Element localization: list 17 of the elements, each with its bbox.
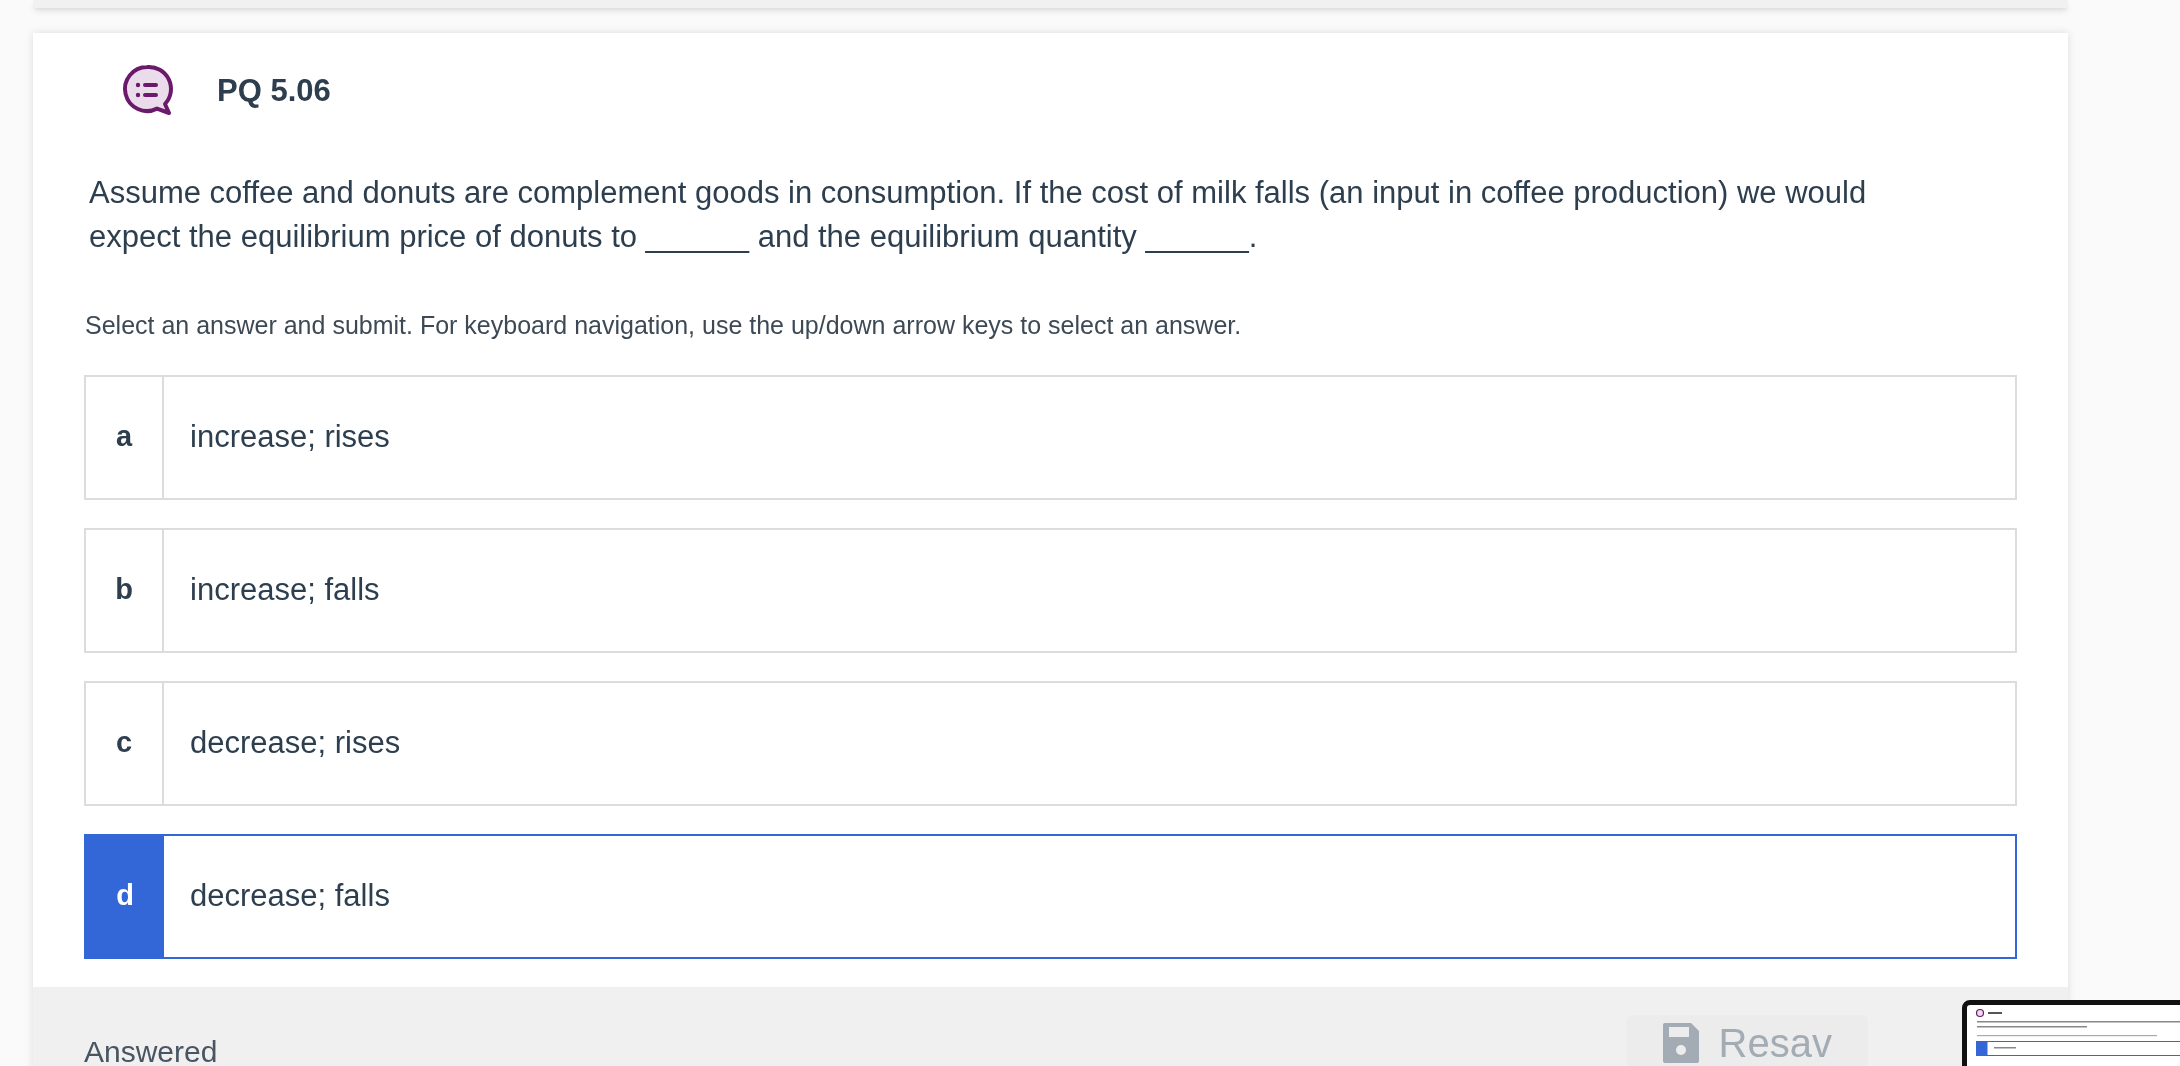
option-text: decrease; rises <box>190 723 401 762</box>
answer-option[interactable]: b increase; falls <box>84 527 2017 653</box>
option-text: decrease; falls <box>190 876 390 915</box>
option-letter: a <box>86 376 164 498</box>
answer-option[interactable]: a increase; rises <box>84 374 2017 500</box>
option-letter: d <box>86 835 164 957</box>
option-text: increase; falls <box>190 570 380 609</box>
instructions-text: Select an answer and submit. For keyboard navigation, use the up/down arrow keys to select an answer. <box>85 310 1243 341</box>
option-letter: b <box>86 529 164 651</box>
status-text: Answered <box>84 1033 218 1066</box>
save-icon <box>1662 1022 1699 1063</box>
answer-option[interactable]: c decrease; rises <box>84 680 2017 806</box>
answer-option[interactable]: d decrease; falls <box>84 833 2017 959</box>
question-text: Assume coffee and donuts are complement goods in consumption. If the cost of milk falls (an input in coffee production) we would expect the equilibrium price of donuts to ______ and the equilibrium quantity ______. <box>89 174 1868 256</box>
option-text: increase; rises <box>190 417 390 456</box>
option-letter: c <box>86 682 164 804</box>
question-title: PQ 5.06 <box>217 71 331 110</box>
